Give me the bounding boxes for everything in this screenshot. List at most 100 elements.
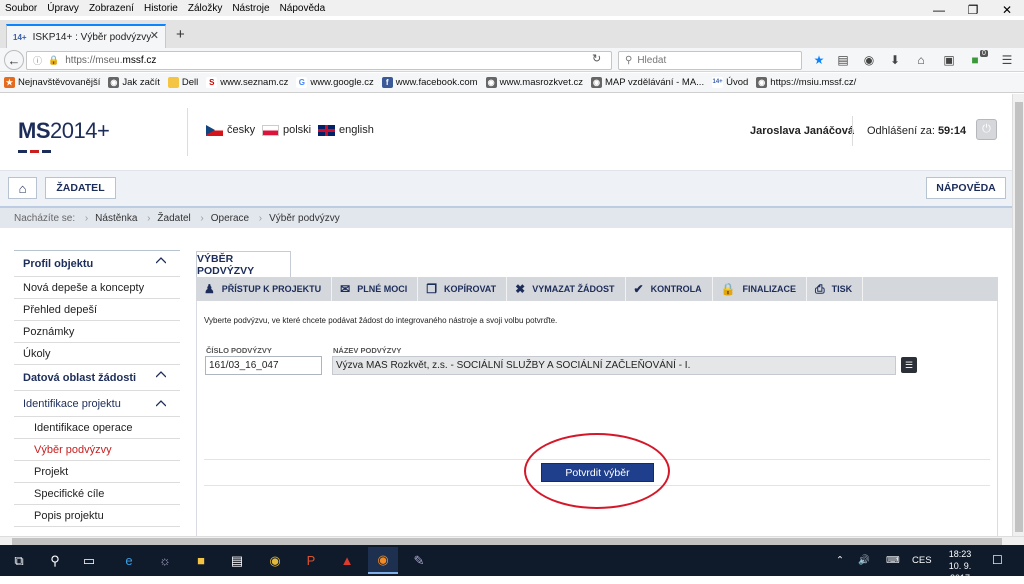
breadcrumb: Nacházíte se: Nástěnka Žadatel Operace V… xyxy=(0,206,1012,228)
bookmark-masrozkvet[interactable]: ◉ www.masrozkvet.cz xyxy=(485,77,583,88)
logo-stripe xyxy=(18,144,51,153)
bookmark-most-visited[interactable]: ★ Nejnavštěvovanější xyxy=(4,77,100,88)
sidebar-group-identifikace[interactable]: Identifikace projektu xyxy=(14,391,180,417)
bookmark-jak-zacit[interactable]: ◉ Jak začít xyxy=(108,77,160,88)
bookmark-seznam[interactable]: Swww.seznam.cz xyxy=(206,77,288,88)
browser-tab[interactable]: 14+ ISKP14+ : Výběr podvýzvy ✕ xyxy=(6,24,166,48)
downloads-icon[interactable]: ⬇ xyxy=(884,50,906,70)
sidebar-item-specificke-cile[interactable]: Specifické cíle xyxy=(14,483,180,505)
vertical-scrollbar[interactable] xyxy=(1012,94,1024,536)
clock[interactable]: 18:23 10. 9. 2017 xyxy=(938,548,982,584)
info-icon[interactable]: ⓘ xyxy=(33,54,42,67)
power-of-attorney-button[interactable]: ✉ PLNÉ MOCI xyxy=(332,277,419,301)
chevron-up-icon xyxy=(156,257,166,264)
hamburger-menu-icon[interactable]: ☰ xyxy=(996,50,1018,70)
sidebar-profile-header[interactable]: Profil objektu xyxy=(14,251,180,277)
list-icon[interactable]: ☰ xyxy=(901,357,917,373)
bookmark-google[interactable]: Gwww.google.cz xyxy=(296,77,374,88)
copy-button[interactable]: ❐ KOPÍROVAT xyxy=(418,277,508,301)
check-button[interactable]: ✔ KONTROLA xyxy=(626,277,713,301)
pocket-icon[interactable]: ◉ xyxy=(858,50,880,70)
reload-icon[interactable]: ↻ xyxy=(592,52,601,65)
lang-cesky[interactable]: česky xyxy=(206,124,255,136)
breadcrumb-current: Výběr podvýzvy xyxy=(269,212,340,224)
breadcrumb-zadatel[interactable]: Žadatel xyxy=(147,213,204,224)
menu-upravy[interactable]: Úpravy xyxy=(42,3,84,14)
powerpoint-icon[interactable]: P xyxy=(296,547,326,574)
delete-application-button[interactable]: ✖ VYMAZAT ŽÁDOST xyxy=(507,277,626,301)
lang-polski[interactable]: polski xyxy=(262,124,311,136)
menu-zalozky[interactable]: Záložky xyxy=(183,3,227,14)
lang-english[interactable]: english xyxy=(318,124,374,136)
finalize-button[interactable]: 🔒 FINALIZACE xyxy=(713,277,808,301)
tray-chevron-icon[interactable]: ⌃ xyxy=(836,555,844,566)
name-label: NÁZEV PODVÝZVY xyxy=(333,346,402,355)
bookmarks-bar: ★ Nejnavštěvovanější ◉ Jak začít Dell Swww… xyxy=(0,73,1024,93)
home-icon[interactable]: ⌂ xyxy=(910,50,932,70)
menu-historie[interactable]: Historie xyxy=(139,3,183,14)
sidebar-item-popis-projektu[interactable]: Popis projektu xyxy=(14,505,180,527)
minimize-icon[interactable]: — xyxy=(922,0,956,20)
print-button[interactable]: ⎙ TISK xyxy=(807,277,864,301)
sidebar-data-header[interactable]: Datová oblast žádosti xyxy=(14,365,180,391)
sidebar-item-poznamky[interactable]: Poznámky xyxy=(14,321,180,343)
number-field[interactable]: 161/03_16_047 xyxy=(205,356,322,375)
chrome-icon[interactable]: ◉ xyxy=(260,547,290,574)
volume-icon[interactable]: 🔊 xyxy=(858,555,870,566)
power-icon[interactable]: ⏻ xyxy=(976,119,997,140)
bookmark-star-icon[interactable]: ★ xyxy=(808,50,830,70)
facebook-icon: f xyxy=(381,77,393,88)
close-window-icon[interactable]: ✕ xyxy=(990,0,1024,20)
reading-list-icon[interactable]: ▤ xyxy=(832,50,854,70)
app-icon[interactable]: ☼ xyxy=(150,547,180,574)
menu-nastroje[interactable]: Nástroje xyxy=(227,3,274,14)
url-bar[interactable]: ⓘ 🔒 https://mseu. mssf.cz xyxy=(26,51,612,70)
breadcrumb-label: Nacházíte se: xyxy=(0,213,88,224)
restore-icon[interactable]: ❐ xyxy=(956,0,990,20)
task-view-icon[interactable]: ▭ xyxy=(74,547,104,574)
new-tab-icon[interactable]: + xyxy=(176,26,185,43)
sidebar-item-ukoly[interactable]: Úkoly xyxy=(14,343,180,365)
help-button[interactable]: NÁPOVĚDA xyxy=(926,177,1006,199)
horizontal-scrollbar[interactable] xyxy=(0,536,1024,545)
sidebar-item-nova-depese[interactable]: Nová depeše a koncepty xyxy=(14,277,180,299)
acrobat-icon[interactable]: ▲ xyxy=(332,547,362,574)
search-icon[interactable]: ⚲ xyxy=(40,547,70,574)
sidebar-item-identifikace-operace[interactable]: Identifikace operace xyxy=(14,417,180,439)
sidebar-item-prehled-depesi[interactable]: Přehled depeší xyxy=(14,299,180,321)
paint-icon[interactable]: ✎ xyxy=(404,547,434,574)
zadatel-button[interactable]: ŽADATEL xyxy=(45,177,116,199)
breadcrumb-nastenka[interactable]: Nástěnka xyxy=(85,213,151,224)
home-button[interactable]: ⌂ xyxy=(8,177,37,199)
notifications-icon[interactable]: ☐ xyxy=(992,553,1003,567)
tab-close-icon[interactable]: ✕ xyxy=(150,29,159,42)
firefox-icon[interactable]: ◉ xyxy=(368,547,398,574)
header-divider xyxy=(187,108,188,156)
back-icon[interactable]: ← xyxy=(4,50,24,70)
seznam-icon: S xyxy=(206,77,218,88)
keyboard-icon[interactable]: ⌨ xyxy=(886,555,900,566)
access-project-button[interactable]: ♟ PŘÍSTUP K PROJEKTU xyxy=(196,277,333,301)
tab-vyber-podvyzvy[interactable]: VÝBĚR PODVÝZVY xyxy=(196,251,291,277)
store-icon[interactable]: ▤ xyxy=(222,547,252,574)
search-input[interactable]: ⚲ Hledat xyxy=(618,51,802,70)
edge-icon[interactable]: e xyxy=(114,547,144,574)
bookmark-msiu[interactable]: ◉ https://msiu.mssf.cz/ xyxy=(756,77,856,88)
bookmark-dell[interactable]: Dell xyxy=(167,77,198,88)
breadcrumb-operace[interactable]: Operace xyxy=(201,213,263,224)
language-indicator[interactable]: CES xyxy=(912,555,932,566)
bookmark-uvod[interactable]: 14+ Úvod xyxy=(712,77,748,88)
bookmark-facebook[interactable]: f www.facebook.com xyxy=(381,77,478,88)
sidebar-item-vyber-podvyzvy[interactable]: Výběr podvýzvy xyxy=(14,439,180,461)
menu-zobrazeni[interactable]: Zobrazení xyxy=(84,3,139,14)
sidebar-item-projekt[interactable]: Projekt xyxy=(14,461,180,483)
menu-soubor[interactable]: Soubor xyxy=(0,3,42,14)
user-name[interactable]: Jaroslava Janáčová xyxy=(750,125,854,137)
bookmark-map-vzdelavani[interactable]: ◉ MAP vzdělávání - MA... xyxy=(591,77,704,88)
file-explorer-icon[interactable]: ■ xyxy=(186,547,216,574)
star-icon: ★ xyxy=(4,77,15,88)
home-icon: ⌂ xyxy=(18,180,27,196)
screenshot-icon[interactable]: ▣ xyxy=(938,50,960,70)
menu-napoveda[interactable]: Nápověda xyxy=(275,3,331,14)
windows-start-icon[interactable]: ⧉ xyxy=(4,547,34,574)
